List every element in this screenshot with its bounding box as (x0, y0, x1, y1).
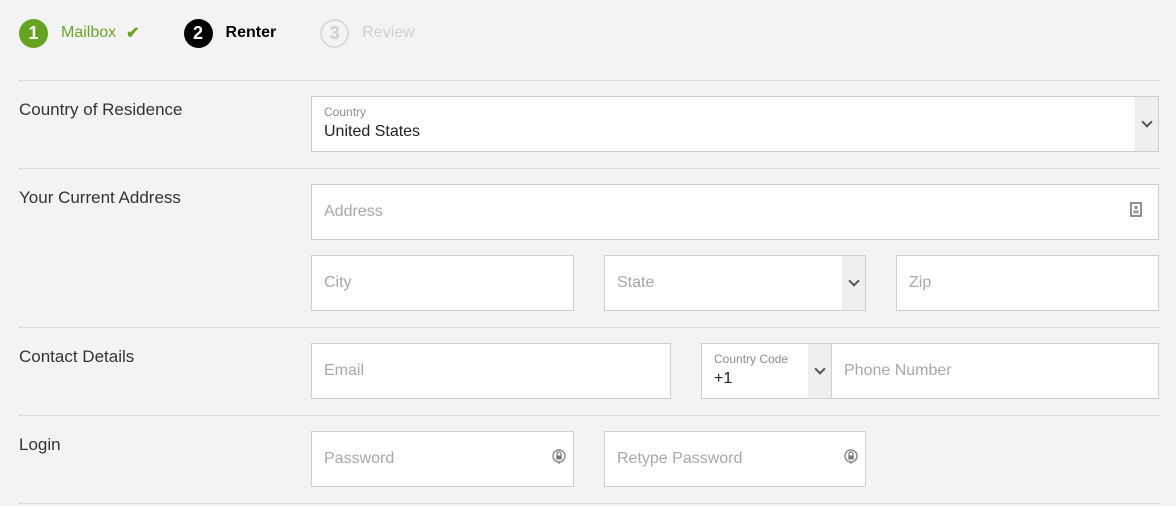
step-number: 2 (183, 18, 213, 48)
progress-stepper: 1 Mailbox ✔ 2 Renter 3 Review (19, 18, 459, 48)
country-code-label: Country Code (714, 352, 789, 366)
login-section-label: Login (19, 435, 61, 454)
divider (19, 80, 1159, 81)
address-input[interactable]: Address (311, 184, 1159, 240)
state-select[interactable]: State (604, 255, 866, 311)
retype-password-placeholder: Retype Password (617, 450, 743, 467)
zip-placeholder: Zip (909, 274, 932, 291)
country-code-value: +1 (714, 370, 733, 387)
lock-icon (844, 449, 858, 470)
step-renter[interactable]: 2 Renter (183, 18, 277, 48)
address-section-label: Your Current Address (19, 188, 181, 207)
city-placeholder: City (324, 274, 352, 291)
email-placeholder: Email (324, 362, 365, 379)
retype-password-input[interactable]: Retype Password (604, 431, 866, 487)
country-code-select[interactable]: Country Code +1 (701, 343, 832, 399)
phone-placeholder: Phone Number (844, 362, 952, 379)
divider (19, 503, 1159, 504)
divider (19, 415, 1159, 416)
password-placeholder: Password (324, 450, 395, 467)
contact-section-label: Contact Details (19, 347, 135, 366)
step-label: Review (362, 24, 415, 41)
chevron-down-icon (813, 363, 826, 375)
country-select-label: Country (324, 105, 367, 119)
country-section-label: Country of Residence (19, 100, 183, 119)
step-number: 1 (19, 18, 48, 48)
country-dropdown-toggle[interactable] (1135, 97, 1158, 151)
step-number: 3 (320, 18, 350, 48)
password-input[interactable]: Password (311, 431, 574, 487)
step-label: Renter (225, 24, 277, 41)
city-input[interactable]: City (311, 255, 574, 311)
state-dropdown-toggle[interactable] (842, 256, 865, 310)
email-input[interactable]: Email (311, 343, 671, 399)
contact-card-icon (1130, 202, 1142, 222)
step-mailbox[interactable]: 1 Mailbox ✔ (19, 18, 140, 48)
step-review: 3 Review (320, 18, 415, 48)
phone-input[interactable]: Phone Number (831, 343, 1159, 399)
divider (19, 327, 1159, 328)
country-select[interactable]: Country United States (311, 96, 1159, 152)
chevron-down-icon (1140, 116, 1153, 128)
address-placeholder: Address (324, 203, 383, 220)
state-placeholder: State (617, 274, 655, 291)
chevron-down-icon (847, 275, 860, 287)
country-code-dropdown-toggle[interactable] (808, 344, 831, 398)
zip-input[interactable]: Zip (896, 255, 1159, 311)
divider (19, 168, 1159, 169)
checkmark-icon: ✔ (126, 25, 140, 42)
step-label: Mailbox (61, 24, 117, 41)
country-select-value: United States (324, 123, 421, 140)
lock-icon (552, 449, 566, 470)
